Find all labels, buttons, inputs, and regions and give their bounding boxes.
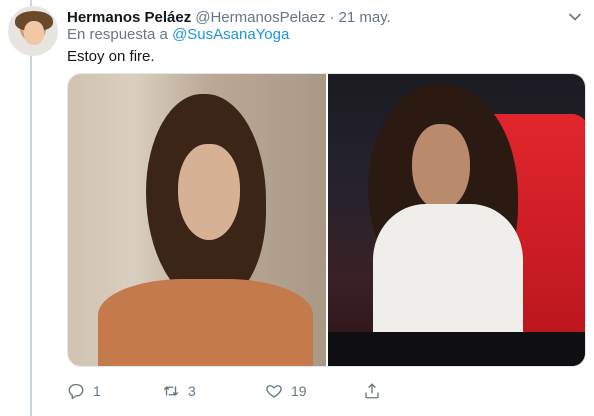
tweet-actions: 1 3 19 (67, 380, 407, 402)
share-button[interactable] (363, 380, 389, 402)
thread-line (30, 0, 32, 416)
photo-right[interactable] (327, 74, 585, 366)
reply-context: En respuesta a @SusAsanaYoga (67, 26, 289, 43)
share-icon (365, 383, 379, 399)
reply-count: 1 (93, 383, 101, 399)
reply-button[interactable]: 1 (67, 380, 101, 402)
reply-mention-link[interactable]: @SusAsanaYoga (172, 26, 289, 43)
like-count: 19 (291, 383, 307, 399)
separator-dot: · (329, 8, 335, 26)
like-button[interactable]: 19 (265, 380, 307, 402)
face-shape (411, 124, 470, 210)
dress-shape (98, 279, 313, 366)
heart-icon (266, 385, 282, 398)
face-shape (178, 144, 240, 240)
avatar[interactable] (8, 6, 58, 56)
retweet-count: 3 (188, 383, 196, 399)
avatar-face (24, 21, 44, 45)
tweet-text: Estoy on fire. (67, 48, 155, 65)
tweet-date[interactable]: 21 may. (339, 9, 391, 26)
tweet-header: Hermanos Peláez @HermanosPelaez · 21 may… (67, 7, 580, 27)
retweet-icon (163, 386, 179, 396)
author-name[interactable]: Hermanos Peláez (67, 9, 191, 26)
photo-left[interactable] (68, 74, 326, 366)
author-handle[interactable]: @HermanosPelaez (195, 9, 325, 26)
reply-icon (68, 383, 84, 400)
tweet-media (67, 73, 586, 367)
chevron-down-icon[interactable] (568, 10, 582, 24)
retweet-button[interactable]: 3 (162, 380, 196, 402)
desk-shape (327, 332, 585, 366)
reply-prefix: En respuesta a (67, 26, 168, 43)
